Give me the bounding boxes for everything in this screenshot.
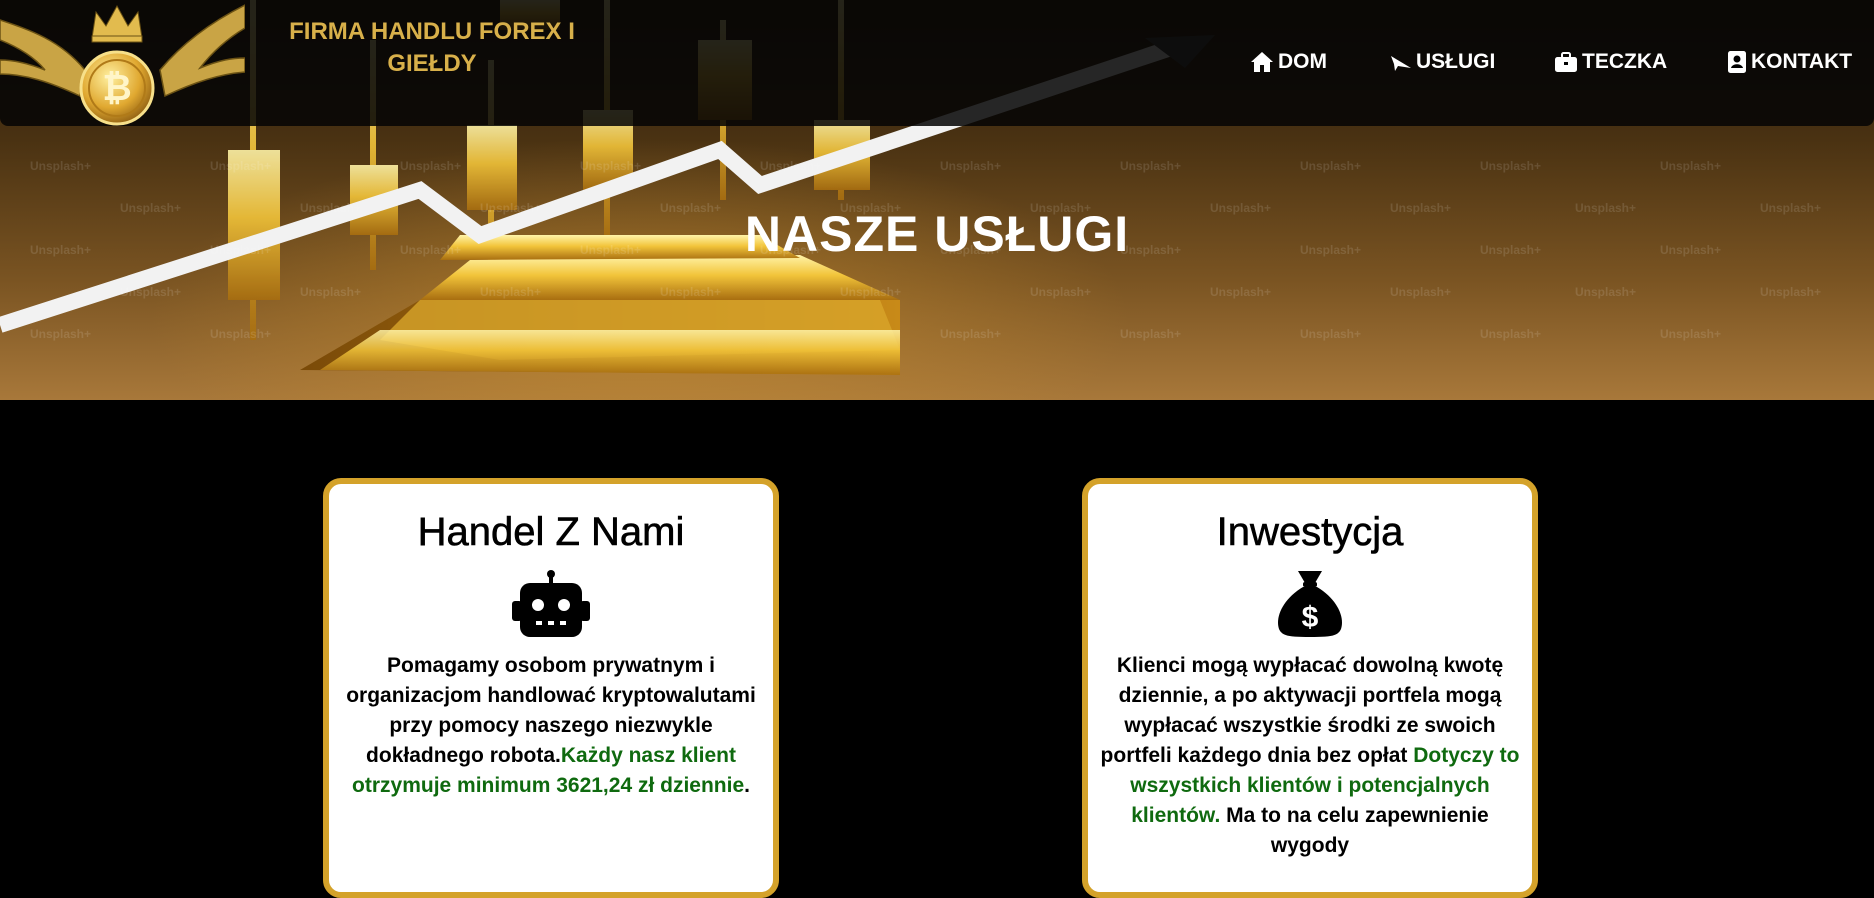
home-icon (1251, 52, 1273, 72)
svg-text:Unsplash+: Unsplash+ (1480, 159, 1541, 173)
svg-text:Unsplash+: Unsplash+ (1120, 159, 1181, 173)
money-bag-icon: $ (1265, 569, 1355, 639)
service-card-investment: Inwestycja $ Klienci mogą wypłacać dowol… (1082, 478, 1538, 898)
svg-text:₿: ₿ (102, 67, 131, 108)
svg-text:Unsplash+: Unsplash+ (400, 159, 461, 173)
brand-name[interactable]: FIRMA HANDLU FOREX I GIEŁDY (262, 16, 602, 80)
svg-text:Unsplash+: Unsplash+ (1660, 327, 1721, 341)
briefcase-icon (1555, 52, 1577, 72)
svg-text:Unsplash+: Unsplash+ (1480, 327, 1541, 341)
nav-item-label: DOM (1278, 50, 1327, 73)
brand-name-line1: FIRMA HANDLU FOREX I (289, 18, 575, 45)
page-title: NASZE USŁUGI (744, 206, 1130, 262)
contact-card-icon (1728, 51, 1746, 73)
svg-text:Unsplash+: Unsplash+ (580, 159, 641, 173)
bitcoin-logo[interactable]: ₿ (0, 0, 246, 126)
nav-item-kontakt[interactable]: KONTAKT (1727, 50, 1852, 74)
paper-plane-icon (1391, 56, 1411, 71)
nav-item-label: TECZKA (1582, 50, 1668, 73)
svg-text:Unsplash+: Unsplash+ (210, 327, 271, 341)
svg-text:Unsplash+: Unsplash+ (30, 327, 91, 341)
svg-text:Unsplash+: Unsplash+ (1210, 285, 1271, 299)
svg-text:Unsplash+: Unsplash+ (660, 285, 721, 299)
svg-text:Unsplash+: Unsplash+ (760, 159, 821, 173)
svg-text:Unsplash+: Unsplash+ (300, 285, 361, 299)
svg-text:Unsplash+: Unsplash+ (480, 285, 541, 299)
svg-text:Unsplash+: Unsplash+ (940, 327, 1001, 341)
svg-text:Unsplash+: Unsplash+ (1300, 327, 1361, 341)
svg-text:Unsplash+: Unsplash+ (1300, 159, 1361, 173)
card-description-end: Ma to na celu zapewnienie wygody (1220, 804, 1489, 857)
svg-text:Unsplash+: Unsplash+ (840, 285, 901, 299)
svg-text:Unsplash+: Unsplash+ (1030, 285, 1091, 299)
svg-text:Unsplash+: Unsplash+ (1390, 285, 1451, 299)
svg-text:Unsplash+: Unsplash+ (940, 159, 1001, 173)
svg-text:Unsplash+: Unsplash+ (30, 159, 91, 173)
nav-item-label: KONTAKT (1751, 50, 1853, 73)
svg-text:Unsplash+: Unsplash+ (1120, 327, 1181, 341)
nav-item-teczka[interactable]: TECZKA (1554, 50, 1667, 74)
card-description: Klienci mogą wypłacać dowolną kwotę dzie… (1088, 651, 1532, 861)
card-title: Inwestycja (1216, 510, 1404, 555)
nav-item-label: USŁUGI (1416, 50, 1496, 73)
svg-text:Unsplash+: Unsplash+ (210, 159, 271, 173)
service-card-trading: Handel Z Nami Pomagamy osobom prywatnym … (323, 478, 779, 898)
svg-text:$: $ (1302, 601, 1319, 634)
card-title: Handel Z Nami (417, 510, 685, 555)
brand-name-line2: GIEŁDY (387, 50, 477, 77)
svg-text:Unsplash+: Unsplash+ (120, 285, 181, 299)
nav-item-uslugi[interactable]: USŁUGI (1390, 50, 1495, 74)
card-description-end: . (744, 774, 750, 797)
svg-text:Unsplash+: Unsplash+ (1660, 159, 1721, 173)
card-description: Pomagamy osobom prywatnym i organizacjom… (329, 651, 773, 801)
navbar: ₿ FIRMA HANDLU FOREX I GIEŁDY DOM USŁUGI… (0, 0, 1874, 126)
svg-text:Unsplash+: Unsplash+ (1575, 285, 1636, 299)
robot-icon (506, 569, 596, 639)
nav-item-dom[interactable]: DOM (1250, 50, 1327, 74)
svg-text:Unsplash+: Unsplash+ (1760, 285, 1821, 299)
